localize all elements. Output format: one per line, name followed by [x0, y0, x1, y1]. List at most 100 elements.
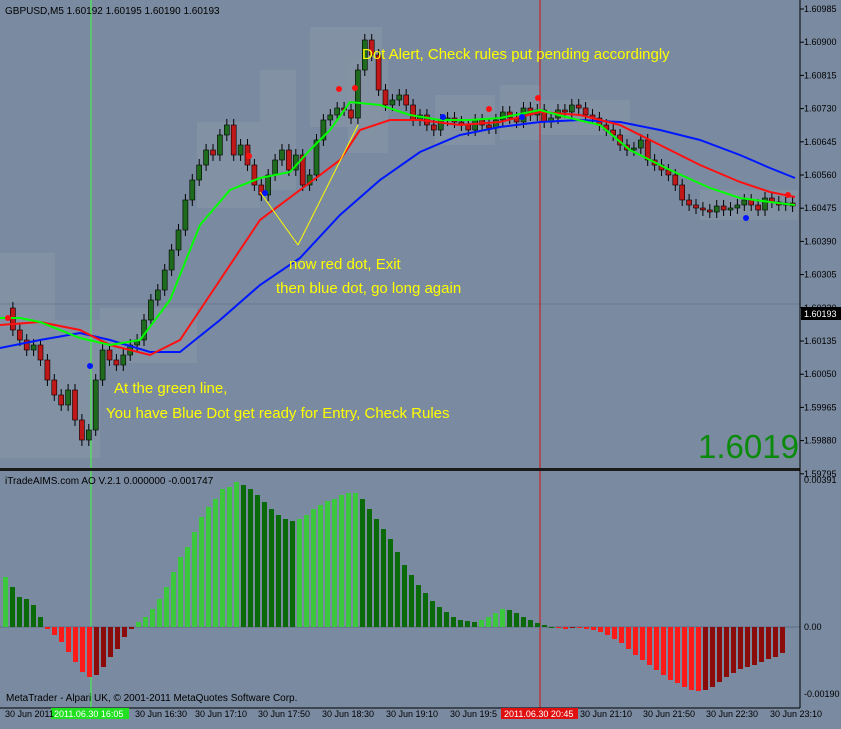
ao-bar	[325, 501, 330, 627]
ao-bar	[66, 627, 71, 652]
candle-body	[693, 204, 699, 209]
candle-body	[279, 149, 285, 161]
price-scale-label: 1.60645	[804, 137, 837, 147]
ao-bar	[570, 627, 575, 628]
candle-body	[486, 124, 492, 129]
ao-bar	[157, 599, 162, 627]
candle-body	[679, 184, 686, 201]
candle-body	[334, 107, 341, 116]
time-axis-label: 30 Jun 17:50	[258, 709, 310, 719]
ao-bar	[752, 627, 757, 665]
ao-bar	[682, 627, 687, 687]
ao-bar	[626, 627, 631, 649]
ao-bar	[458, 620, 463, 627]
candle-body	[472, 119, 479, 131]
ao-bar	[311, 509, 316, 627]
ao-bar	[409, 575, 414, 627]
ao-bar	[493, 613, 498, 627]
ao-bar	[731, 627, 736, 673]
ao-bar	[402, 565, 407, 627]
indicator-scale-top: 0.00391	[804, 475, 837, 485]
candle-body	[327, 114, 334, 121]
red-signal-dot	[352, 85, 358, 91]
ao-bar	[388, 539, 393, 627]
time-axis-label: 30 Jun 22:30	[706, 709, 758, 719]
candle-body	[230, 124, 237, 156]
ao-bar	[605, 627, 610, 635]
ao-bar	[521, 617, 526, 627]
ao-bar	[122, 627, 127, 637]
ao-bar	[360, 499, 365, 627]
ao-bar	[367, 509, 372, 627]
main-chart-header: GBPUSD,M5 1.60192 1.60195 1.60190 1.6019…	[5, 6, 220, 17]
candle-body	[92, 379, 99, 431]
annotation-blue-dot-long: then blue dot, go long again	[276, 280, 461, 297]
ao-bar	[689, 627, 694, 690]
candle-body	[79, 419, 85, 441]
ao-bar	[444, 612, 449, 627]
candle-body	[175, 229, 182, 251]
candle-body	[210, 149, 216, 156]
candle-body	[410, 104, 416, 121]
ao-bar	[3, 577, 8, 627]
ao-bar	[143, 617, 148, 627]
red-signal-dot	[486, 106, 492, 112]
ao-bar	[437, 607, 442, 627]
candle-body	[568, 104, 575, 113]
candle-body	[65, 389, 71, 406]
ao-bar	[276, 515, 281, 627]
price-scale-label: 1.60135	[804, 336, 837, 346]
ao-bar	[584, 627, 589, 629]
pane-separator[interactable]	[0, 468, 800, 471]
candle-body	[217, 134, 223, 156]
candle-body	[182, 199, 189, 231]
ao-bar	[171, 572, 176, 627]
ao-bar	[591, 627, 596, 630]
candle-body	[99, 349, 106, 381]
ao-bar	[192, 532, 197, 627]
candle-body	[396, 94, 403, 101]
price-scale-label: 1.60050	[804, 369, 837, 379]
candle-body	[30, 344, 37, 351]
candle-body	[631, 147, 637, 151]
candle-body	[224, 124, 230, 136]
time-axis-label: 30 Jun 2011	[5, 709, 54, 719]
blue-signal-dot	[440, 114, 446, 120]
candle-body	[734, 204, 741, 209]
chart-canvas[interactable]: Dot Alert, Check rules put pending accor…	[0, 0, 841, 724]
ao-bar	[318, 505, 323, 627]
ao-bar	[199, 517, 204, 627]
candle-body	[706, 209, 713, 213]
candle-body	[106, 349, 113, 361]
ao-bar	[563, 627, 568, 629]
ao-bar	[10, 587, 15, 627]
indicator-scale-zero: 0.00	[804, 622, 822, 632]
ao-bar	[738, 627, 743, 669]
ao-bar	[262, 502, 267, 627]
ao-bar	[31, 605, 36, 627]
ao-bar	[17, 597, 22, 627]
candle-body	[720, 205, 727, 211]
red-signal-dot	[785, 192, 791, 198]
candle-body	[113, 359, 120, 366]
time-axis-label: 30 Jun 17:10	[195, 709, 247, 719]
ao-bar	[661, 627, 666, 675]
ao-bar	[213, 499, 218, 627]
ao-bar	[297, 519, 302, 627]
time-axis-label: 30 Jun 21:50	[643, 709, 695, 719]
ao-bar	[416, 585, 421, 627]
ao-bar	[619, 627, 624, 643]
candle-body	[189, 179, 196, 201]
ao-bar	[52, 627, 57, 635]
ao-bar	[395, 552, 400, 627]
price-scale-label: 1.59880	[804, 436, 837, 446]
candle-body	[686, 199, 692, 206]
price-scale-label: 1.60815	[804, 70, 837, 80]
candle-body	[348, 109, 354, 119]
candle-body	[382, 89, 389, 106]
ao-bar	[703, 627, 708, 690]
candle-body	[727, 207, 734, 211]
blue-signal-dot	[519, 114, 525, 120]
candle-body	[430, 124, 437, 131]
candle-body	[582, 107, 589, 116]
